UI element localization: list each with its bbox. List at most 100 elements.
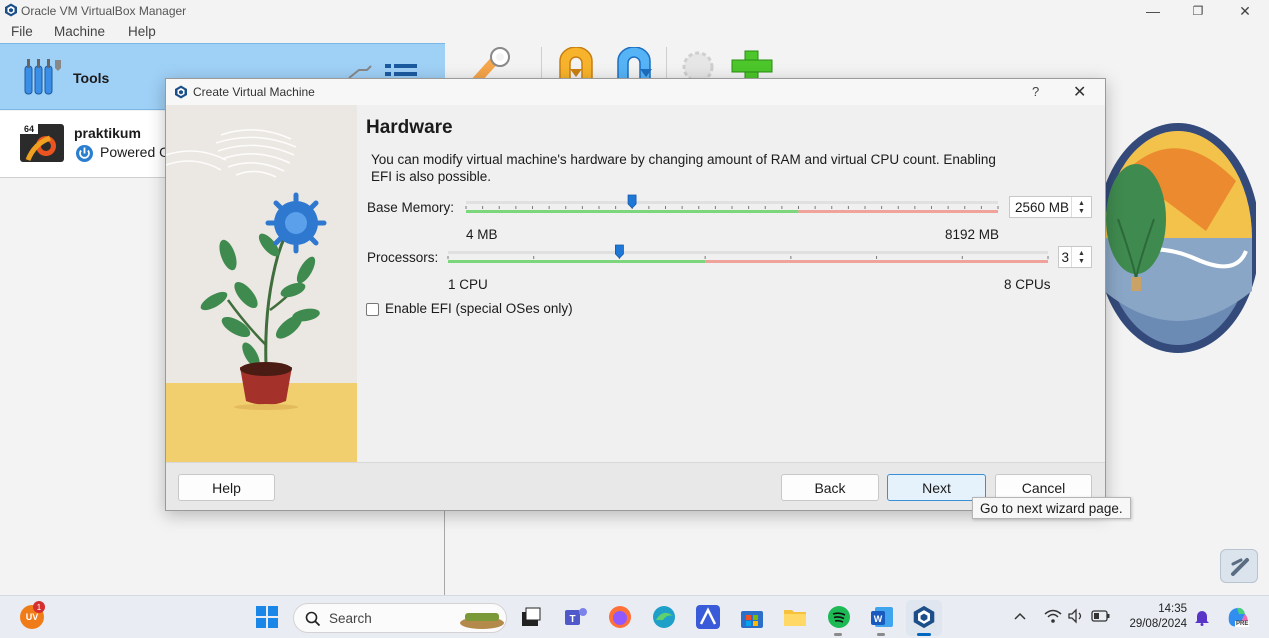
virtualbox-taskbar-icon xyxy=(913,605,935,629)
memory-value: 2560 MB xyxy=(1014,199,1069,215)
snipping-tool-icon xyxy=(1231,558,1249,576)
system-clock[interactable]: 14:35 29/08/2024 xyxy=(1121,602,1187,632)
dialog-close-button[interactable]: ✕ xyxy=(1073,82,1086,102)
new-machine-disabled-icon[interactable] xyxy=(676,47,720,81)
processors-value: 3 xyxy=(1061,249,1069,265)
processors-max-label: 8 CPUs xyxy=(1004,277,1051,292)
search-icon xyxy=(305,611,321,627)
virtualbox-logo-icon xyxy=(5,3,17,17)
active-indicator xyxy=(917,633,931,636)
import-icon[interactable] xyxy=(554,47,598,81)
word-icon[interactable]: W xyxy=(869,604,895,630)
search-placeholder: Search xyxy=(329,611,372,626)
plant-art xyxy=(166,105,357,462)
svg-text:W: W xyxy=(874,614,883,624)
create-vm-dialog: Create Virtual Machine ? ✕ Hardware You … xyxy=(165,78,1106,511)
dialog-title: Create Virtual Machine xyxy=(193,85,315,99)
spotify-icon[interactable] xyxy=(826,604,852,630)
vm-name: praktikum xyxy=(74,125,141,141)
slider-excess-range xyxy=(798,210,998,213)
user-initials: UV xyxy=(25,612,39,622)
processors-slider[interactable] xyxy=(446,243,1052,273)
spin-arrows[interactable]: ▲ ▼ xyxy=(1071,197,1091,217)
menu-file[interactable]: File xyxy=(11,24,33,39)
restore-button[interactable]: ❐ xyxy=(1175,0,1221,22)
slider-excess-range xyxy=(705,260,1048,263)
memory-min-label: 4 MB xyxy=(466,227,498,242)
clock-date: 29/08/2024 xyxy=(1129,618,1187,630)
help-button[interactable]: Help xyxy=(178,474,275,501)
page-heading: Hardware xyxy=(366,117,453,138)
toolbar-separator xyxy=(541,47,542,79)
page-description: You can modify virtual machine's hardwar… xyxy=(371,152,996,184)
spin-up-icon[interactable]: ▲ xyxy=(1078,250,1085,257)
slider-ticks xyxy=(465,206,999,209)
back-button[interactable]: Back xyxy=(781,474,879,501)
wizard-content: Hardware You can modify virtual machine'… xyxy=(357,105,1105,462)
task-view-icon[interactable] xyxy=(518,604,544,630)
export-icon[interactable] xyxy=(612,47,656,81)
minimize-button[interactable]: — xyxy=(1130,0,1176,22)
battery-icon[interactable] xyxy=(1091,609,1111,623)
slider-groove xyxy=(466,201,998,204)
spin-arrows[interactable]: ▲ ▼ xyxy=(1071,247,1091,267)
running-indicator xyxy=(834,633,842,636)
menu-help[interactable]: Help xyxy=(128,24,156,39)
taskbar-search[interactable]: Search xyxy=(293,603,507,633)
processors-min-label: 1 CPU xyxy=(448,277,488,292)
enable-efi-label[interactable]: Enable EFI (special OSes only) xyxy=(385,301,573,316)
processors-label: Processors: xyxy=(367,250,439,265)
running-indicator xyxy=(877,633,885,636)
vm-state: Powered O xyxy=(100,144,171,160)
spin-down-icon[interactable]: ▼ xyxy=(1078,208,1085,215)
preferences-icon[interactable] xyxy=(468,47,516,81)
memory-max-label: 8192 MB xyxy=(945,227,1000,242)
spin-down-icon[interactable]: ▼ xyxy=(1078,258,1085,265)
notification-count: 1 xyxy=(36,602,42,612)
edge-icon[interactable] xyxy=(651,604,677,630)
tools-label: Tools xyxy=(73,70,110,86)
wizard-plant-illustration xyxy=(166,105,357,462)
app-icon[interactable] xyxy=(695,604,721,630)
arch-badge: 64 xyxy=(24,124,35,134)
slider-ticks xyxy=(447,256,1049,259)
svg-text:T: T xyxy=(569,614,575,625)
base-memory-slider[interactable] xyxy=(464,193,1002,223)
copilot-button[interactable]: PRE xyxy=(1225,604,1251,630)
base-memory-spinbox[interactable]: 2560 MB ▲ ▼ xyxy=(1009,196,1092,218)
processors-spinbox[interactable]: 3 ▲ ▼ xyxy=(1058,246,1092,268)
notifications-bell-icon[interactable] xyxy=(1194,608,1210,626)
slider-groove xyxy=(448,251,1048,254)
notification-badge: 1 xyxy=(33,601,45,613)
file-explorer-icon[interactable] xyxy=(782,604,808,630)
microsoft-store-icon[interactable] xyxy=(739,604,765,630)
virtualbox-logo-icon xyxy=(175,85,187,99)
taskbar: UV 1 Search T W 14:35 29/08/2024 PRE xyxy=(0,595,1269,638)
power-off-icon xyxy=(76,145,93,162)
next-button-tooltip: Go to next wizard page. xyxy=(972,497,1131,519)
window-titlebar: Oracle VM VirtualBox Manager — ❐ ✕ xyxy=(0,0,1269,22)
taskbar-active-app[interactable] xyxy=(906,600,942,636)
close-window-button[interactable]: ✕ xyxy=(1222,0,1268,22)
windows-start-icon[interactable] xyxy=(254,604,280,630)
copilot-badge: PRE xyxy=(1235,621,1250,627)
enable-efi-checkbox[interactable] xyxy=(366,303,379,316)
welcome-balloon-illustration xyxy=(1096,123,1256,353)
chevron-up-icon[interactable] xyxy=(1013,610,1027,622)
wifi-icon[interactable] xyxy=(1044,608,1062,624)
snip-widget[interactable] xyxy=(1220,549,1258,583)
menu-bar: File Machine Help xyxy=(0,22,1269,43)
tools-icon xyxy=(24,59,61,95)
spin-up-icon[interactable]: ▲ xyxy=(1078,200,1085,207)
volume-icon[interactable] xyxy=(1067,608,1085,624)
add-icon[interactable] xyxy=(730,47,774,81)
base-memory-label: Base Memory: xyxy=(367,200,455,215)
slider-handle[interactable] xyxy=(615,244,624,259)
teams-icon[interactable]: T xyxy=(563,604,589,630)
dialog-help-button[interactable]: ? xyxy=(1032,84,1039,99)
toolbar-separator xyxy=(666,47,667,79)
slider-recommended-range xyxy=(466,210,799,213)
menu-machine[interactable]: Machine xyxy=(54,24,105,39)
firefox-icon[interactable] xyxy=(607,604,633,630)
slider-handle[interactable] xyxy=(627,194,637,209)
